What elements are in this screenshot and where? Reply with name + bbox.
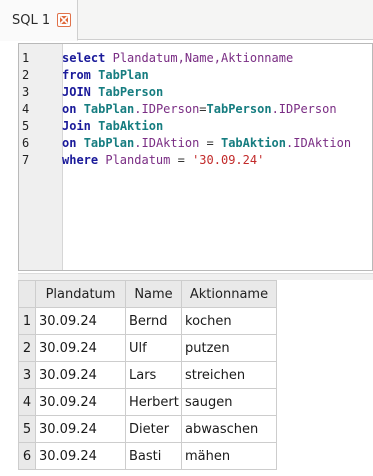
sql-keyword: JOIN [62,85,91,99]
code-line[interactable]: where Plandatum = '30.09.24' [62,152,264,169]
cell-plandatum[interactable]: 30.09.24 [35,415,126,443]
sql-keyword: where [62,153,99,167]
cell-aktionname[interactable]: abwaschen [181,415,277,443]
header-row: Plandatum Name Aktionname [18,280,277,308]
sql-keyword: Join [62,119,91,133]
row-number[interactable]: 4 [18,388,36,416]
cell-plandatum[interactable]: 30.09.24 [35,334,126,362]
row-number[interactable]: 5 [18,415,36,443]
operator [76,102,83,116]
table-name: TabPerson [98,85,164,99]
result-table: Plandatum Name Aktionname 1 30.09.24 Ber… [18,280,277,470]
table-row[interactable]: 5 30.09.24 Dieter abwaschen [18,415,277,443]
column-header-plandatum[interactable]: Plandatum [35,280,126,308]
table-row[interactable]: 1 30.09.24 Bernd kochen [18,307,277,335]
operator: = [170,153,193,167]
identifier: .IDPerson [271,102,337,116]
code-line[interactable]: JOIN TabPerson [62,84,163,101]
column-header-aktionname[interactable]: Aktionname [181,280,277,308]
row-number[interactable]: 1 [18,307,36,335]
cell-plandatum[interactable]: 30.09.24 [35,361,126,389]
close-icon[interactable] [57,13,72,27]
sql-keyword: select [62,51,106,65]
tab-bar: SQL 1 [0,0,373,41]
table-row[interactable]: 4 30.09.24 Herbert saugen [18,388,277,416]
tab-label: SQL 1 [12,12,51,28]
table-row[interactable]: 2 30.09.24 Ulf putzen [18,334,277,362]
string-literal: '30.09.24' [192,153,265,167]
sql-keyword: from [62,68,91,82]
sql-keyword: on [62,136,77,150]
table-row[interactable]: 6 30.09.24 Basti mähen [18,442,277,470]
identifier: Plandatum [105,153,171,167]
cell-name[interactable]: Herbert [125,388,182,416]
line-number: 2 [22,68,30,82]
identifier: .IDAktion [286,136,352,150]
code-line[interactable]: from TabPlan [62,67,149,84]
corner-cell[interactable] [18,280,36,308]
operator [76,136,83,150]
table-name: TabPlan [83,102,135,116]
table-name: TabAktion [220,136,287,150]
cell-name[interactable]: Ulf [125,334,182,362]
sql-keyword: on [62,102,77,116]
pane-splitter[interactable] [18,273,373,280]
line-number: 1 [22,51,30,65]
row-number[interactable]: 2 [18,334,36,362]
cell-aktionname[interactable]: streichen [181,361,277,389]
identifier: .IDAktion [134,136,200,150]
tab-sql-1[interactable]: SQL 1 [0,0,78,41]
cell-aktionname[interactable]: mähen [181,442,277,470]
code-line[interactable]: select Plandatum,Name,Aktionname [62,50,293,67]
cell-plandatum[interactable]: 30.09.24 [35,307,126,335]
identifier: Plandatum,Name,Aktionname [112,51,294,65]
code-line[interactable]: on TabPlan.IDAktion = TabAktion.IDAktion [62,135,351,152]
table-row[interactable]: 3 30.09.24 Lars streichen [18,361,277,389]
cell-aktionname[interactable]: putzen [181,334,277,362]
cell-name[interactable]: Lars [125,361,182,389]
table-name: TabPerson [206,102,272,116]
cell-plandatum[interactable]: 30.09.24 [35,388,126,416]
row-number[interactable]: 6 [18,442,36,470]
cell-aktionname[interactable]: kochen [181,307,277,335]
cell-name[interactable]: Bernd [125,307,182,335]
code-line[interactable]: Join TabAktion [62,118,163,135]
code-line[interactable]: on TabPlan.IDPerson=TabPerson.IDPerson [62,101,337,118]
cell-aktionname[interactable]: saugen [181,388,277,416]
cell-name[interactable]: Basti [125,442,182,470]
cell-plandatum[interactable]: 30.09.24 [35,442,126,470]
sql-editor[interactable]: 1 2 3 4 5 6 7 select Plandatum,Name,Akti… [18,43,373,271]
result-grid[interactable]: Plandatum Name Aktionname 1 30.09.24 Ber… [18,280,373,476]
line-number: 3 [22,85,30,99]
table-name: TabPlan [83,136,135,150]
operator: = [199,102,207,116]
line-number: 5 [22,119,30,133]
table-name: TabPlan [98,68,149,82]
cell-name[interactable]: Dieter [125,415,182,443]
line-number: 7 [22,153,30,167]
line-number: 4 [22,102,30,116]
line-number-gutter: 1 2 3 4 5 6 7 [19,44,63,270]
operator: = [199,136,221,150]
row-number[interactable]: 3 [18,361,36,389]
identifier: .IDPerson [134,102,200,116]
line-number: 6 [22,136,30,150]
column-header-name[interactable]: Name [125,280,182,308]
operator [105,51,112,65]
table-name: TabAktion [98,119,164,133]
